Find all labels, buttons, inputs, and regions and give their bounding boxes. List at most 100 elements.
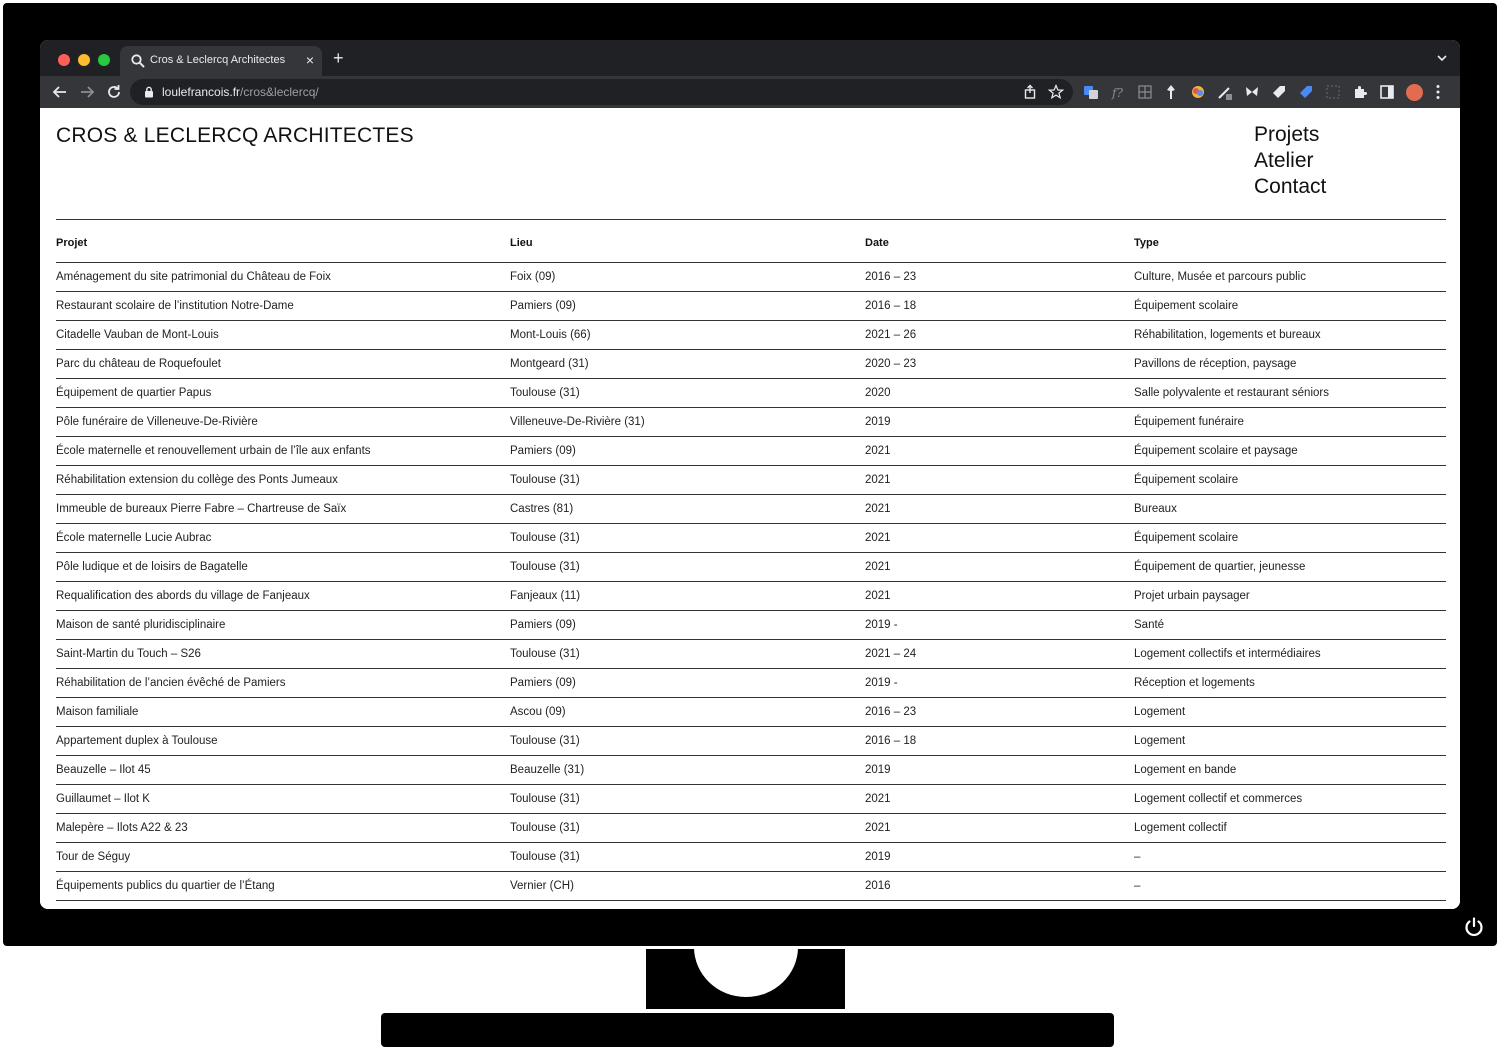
more-menu-icon[interactable] (1436, 84, 1440, 100)
table-row[interactable]: Requalification des abords du village de… (56, 582, 1446, 611)
butterfly-extension-icon[interactable] (1244, 84, 1260, 100)
cell-type: Projet urbain paysager (1134, 590, 1250, 602)
cell-projet: Requalification des abords du village de… (56, 590, 310, 602)
tab-bar: Cros & Leclercq Architectes × + (40, 40, 1460, 76)
new-tab-button[interactable]: + (333, 49, 344, 67)
table-row[interactable]: Parc du château de Roquefoulet Montgeard … (56, 350, 1446, 379)
cell-lieu: Toulouse (31) (510, 648, 580, 660)
puzzle-extensions-icon[interactable] (1352, 84, 1368, 100)
reload-icon[interactable] (105, 83, 123, 101)
monitor-stand-neck (646, 949, 845, 1009)
table-row[interactable]: Maison de santé pluridisciplinaire Pamier… (56, 611, 1446, 640)
table-row[interactable]: Tour de Séguy Toulouse (31) 2019 – (56, 843, 1446, 872)
cell-projet: Tour de Séguy (56, 851, 131, 863)
translate-extension-icon[interactable] (1083, 84, 1099, 100)
cell-date: 2016 – 18 (865, 300, 917, 312)
profile-avatar[interactable] (1406, 84, 1423, 101)
cell-projet: Citadelle Vauban de Mont-Louis (56, 329, 219, 341)
cell-lieu: Pamiers (09) (510, 619, 576, 631)
column-header-date[interactable]: Date (865, 237, 889, 249)
tag-extension-icon[interactable] (1271, 84, 1287, 100)
table-row[interactable]: Maison familiale Ascou (09) 2016 – 23 Logem… (56, 698, 1446, 727)
table-row[interactable]: Aménagement du site patrimonial du Châte… (56, 263, 1446, 292)
cell-projet: Malepère – Ilots A22 & 23 (56, 822, 188, 834)
grid-extension-icon[interactable] (1137, 84, 1153, 100)
tab-active[interactable]: Cros & Leclercq Architectes × (120, 46, 322, 76)
cell-date: 2016 – 23 (865, 271, 917, 283)
cell-projet: Appartement duplex à Toulouse (56, 735, 218, 747)
table-row[interactable]: Malepère – Ilots A22 & 23 Toulouse (31) 20… (56, 814, 1446, 843)
table-row[interactable]: Équipements publics du quartier de l’Éta… (56, 872, 1446, 901)
cell-type: Logement (1134, 735, 1186, 747)
cell-projet: École maternelle Lucie Aubrac (56, 532, 212, 544)
pen-extension-icon[interactable] (1217, 84, 1233, 100)
table-row[interactable]: Immeuble de bureaux Pierre Fabre – Chart… (56, 495, 1446, 524)
column-header-type[interactable]: Type (1134, 237, 1159, 249)
tab-close-icon[interactable]: × (306, 51, 314, 69)
cell-type: Logement en bande (1134, 764, 1237, 776)
nav-link-projets[interactable]: Projets (1254, 122, 1326, 148)
cell-projet: Réhabilitation extension du collège des … (56, 474, 338, 486)
table-row[interactable]: Réhabilitation de l’ancien évêché de Pam… (56, 669, 1446, 698)
table-row[interactable]: École maternelle et renouvellement urbai… (56, 437, 1446, 466)
nav-link-atelier[interactable]: Atelier (1254, 148, 1326, 174)
table-row[interactable]: Réhabilitation extension du collège des … (56, 466, 1446, 495)
browser-window: Cros & Leclercq Architectes × + loulefra… (40, 40, 1460, 909)
cell-date: 2021 (865, 793, 891, 805)
projects-table: Projet Lieu Date Type Aménagement du sit… (56, 220, 1446, 901)
cell-lieu: Montgeard (31) (510, 358, 589, 370)
monitor-stand-base (381, 1013, 1114, 1047)
table-row[interactable]: Pôle funéraire de Villeneuve-De-Rivière V… (56, 408, 1446, 437)
share-icon[interactable] (1022, 84, 1038, 100)
color-picker-extension-icon[interactable] (1190, 84, 1206, 100)
table-row[interactable]: École maternelle Lucie Aubrac Toulouse (3… (56, 524, 1446, 553)
cell-lieu: Castres (81) (510, 503, 574, 515)
cell-type: Équipement scolaire (1134, 474, 1239, 486)
table-row[interactable]: Saint-Martin du Touch – S26 Toulouse (31)… (56, 640, 1446, 669)
cell-lieu: Toulouse (31) (510, 822, 580, 834)
table-row[interactable]: Équipement de quartier Papus Toulouse (31… (56, 379, 1446, 408)
table-row[interactable]: Guillaumet – Ilot K Toulouse (31) 2021 Loge… (56, 785, 1446, 814)
table-row[interactable]: Pôle ludique et de loisirs de Bagatelle T… (56, 553, 1446, 582)
table-row[interactable]: Restaurant scolaire de l’institution Not… (56, 292, 1446, 321)
cell-type: – (1134, 851, 1141, 863)
maximize-window-button[interactable] (98, 54, 110, 66)
cell-type: Équipement scolaire (1134, 532, 1239, 544)
cell-type: Logement collectif (1134, 822, 1227, 834)
back-arrow-icon[interactable] (51, 83, 69, 101)
column-header-projet[interactable]: Projet (56, 237, 87, 249)
cell-projet: Pôle funéraire de Villeneuve-De-Rivière (56, 416, 258, 428)
cell-projet: Réhabilitation de l’ancien évêché de Pam… (56, 677, 286, 689)
cell-lieu: Pamiers (09) (510, 445, 576, 457)
side-panel-icon[interactable] (1379, 84, 1395, 100)
cell-projet: Restaurant scolaire de l’institution Not… (56, 300, 294, 312)
site-title[interactable]: CROS & LECLERCQ ARCHITECTES (56, 124, 414, 148)
pin-extension-icon[interactable] (1163, 84, 1179, 100)
column-header-lieu[interactable]: Lieu (510, 237, 533, 249)
close-window-button[interactable] (58, 54, 70, 66)
chevron-down-icon[interactable] (1436, 52, 1448, 64)
bookmark-star-icon[interactable] (1048, 84, 1064, 100)
cell-date: 2019 - (865, 619, 898, 631)
cell-projet: Immeuble de bureaux Pierre Fabre – Chart… (56, 503, 347, 515)
nav-link-contact[interactable]: Contact (1254, 174, 1326, 200)
page-content: CROS & LECLERCQ ARCHITECTES Projets Atel… (40, 108, 1460, 909)
cell-lieu: Ascou (09) (510, 706, 566, 718)
label-extension-icon[interactable] (1298, 84, 1314, 100)
address-bar[interactable]: loulefrancois.fr/cros&leclercq/ (130, 79, 1073, 105)
cell-lieu: Toulouse (31) (510, 532, 580, 544)
cell-date: 2021 (865, 561, 891, 573)
cell-type: Équipement de quartier, jeunesse (1134, 561, 1306, 573)
cell-lieu: Villeneuve-De-Rivière (31) (510, 416, 645, 428)
cell-date: 2020 – 23 (865, 358, 917, 370)
screenshot-extension-icon[interactable] (1325, 84, 1341, 100)
svg-text:f?: f? (1111, 86, 1123, 100)
function-extension-icon[interactable]: f? (1110, 84, 1126, 100)
table-header: Projet Lieu Date Type (56, 220, 1446, 263)
power-icon[interactable] (1463, 916, 1485, 938)
table-row[interactable]: Citadelle Vauban de Mont-Louis Mont-Louis… (56, 321, 1446, 350)
table-row[interactable]: Appartement duplex à Toulouse Toulouse (3… (56, 727, 1446, 756)
table-row[interactable]: Beauzelle – Ilot 45 Beauzelle (31) 2019 Log… (56, 756, 1446, 785)
forward-arrow-icon[interactable] (78, 83, 96, 101)
minimize-window-button[interactable] (78, 54, 90, 66)
